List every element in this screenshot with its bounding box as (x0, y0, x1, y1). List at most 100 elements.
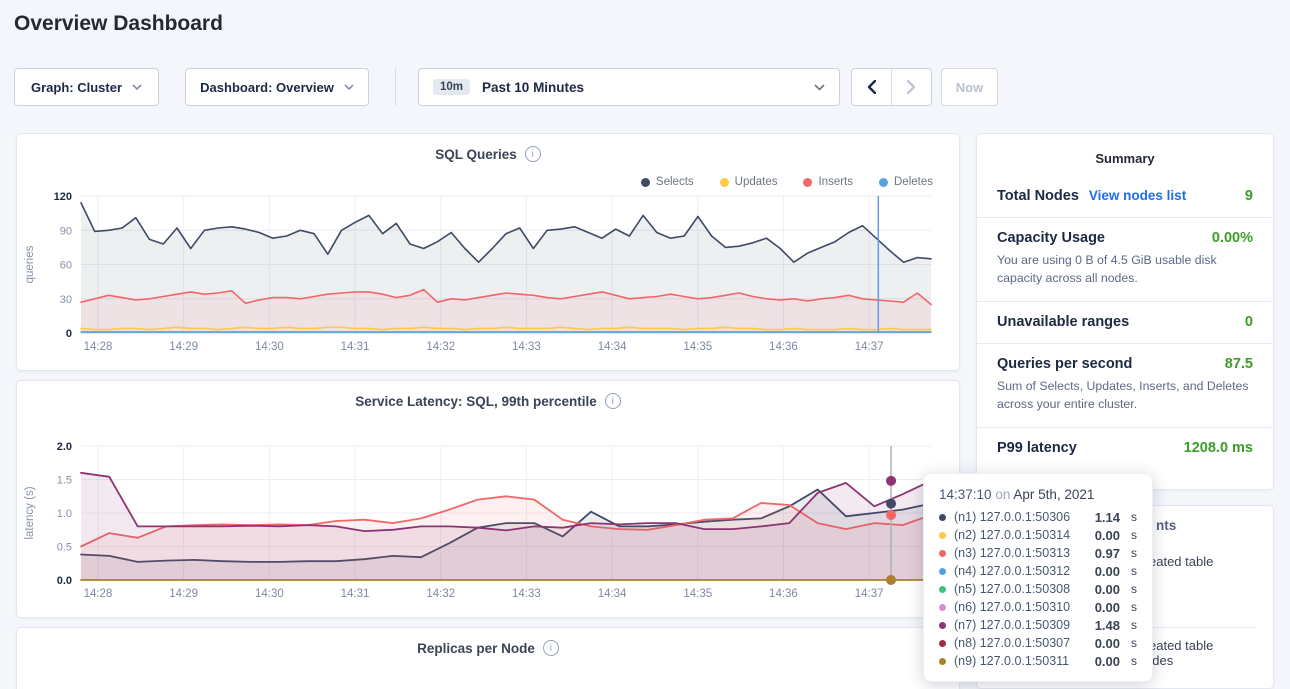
node-latency-value: 0.00 (1095, 564, 1120, 579)
overview-dashboard-page: Overview Dashboard Graph: Cluster Dashbo… (0, 0, 1290, 689)
summary-row-unavailable-ranges: Unavailable ranges 0 (977, 302, 1273, 344)
node-address: (n5) 127.0.0.1:50308 (954, 582, 1087, 596)
toolbar-divider (395, 68, 396, 106)
latency-hover-tooltip: 14:37:10 on Apr 5th, 2021 (n1) 127.0.0.1… (923, 473, 1153, 682)
chart-title: Replicas per Node (417, 641, 535, 656)
event-text-fragment: eated table (1149, 554, 1213, 569)
node-latency-value: 1.14 (1095, 510, 1120, 525)
y-tick-label: 0.5 (57, 542, 72, 554)
x-tick-label: 14:33 (512, 341, 541, 353)
qps-label: Queries per second (997, 356, 1132, 372)
node-color-dot (939, 550, 946, 557)
x-tick-label: 14:33 (512, 588, 541, 600)
capacity-usage-description: You are using 0 B of 4.5 GiB usable disk… (997, 251, 1253, 288)
node-latency-unit: s (1131, 528, 1137, 542)
y-tick-label: 0 (66, 328, 72, 340)
x-tick-label: 14:37 (855, 341, 884, 353)
node-latency-unit: s (1131, 510, 1137, 524)
hover-point (886, 575, 896, 585)
x-tick-label: 14:32 (426, 341, 455, 353)
unavailable-ranges-label: Unavailable ranges (997, 314, 1129, 330)
chevron-right-icon (907, 80, 916, 94)
node-latency-unit: s (1131, 582, 1137, 596)
node-color-dot (939, 604, 946, 611)
node-address: (n9) 127.0.0.1:50311 (954, 654, 1087, 668)
y-tick-label: 60 (60, 260, 72, 272)
total-nodes-label: Total Nodes (997, 188, 1079, 204)
time-step-forward-button[interactable] (891, 69, 931, 105)
node-color-dot (939, 568, 946, 575)
graph-dropdown[interactable]: Graph: Cluster (14, 68, 159, 106)
node-address: (n8) 127.0.0.1:50307 (954, 636, 1087, 650)
x-tick-label: 14:31 (341, 588, 370, 600)
time-range-dropdown[interactable]: 10m Past 10 Minutes (418, 68, 840, 106)
node-color-dot (939, 658, 946, 665)
node-latency-value: 0.00 (1095, 528, 1120, 543)
time-range-label: Past 10 Minutes (482, 80, 802, 95)
node-address: (n1) 127.0.0.1:50306 (954, 510, 1087, 524)
tooltip-node-row: (n7) 127.0.0.1:503091.48s (939, 616, 1137, 634)
view-nodes-list-link[interactable]: View nodes list (1089, 188, 1186, 203)
chevron-down-icon (132, 84, 142, 90)
y-axis-label: latency (s) (24, 486, 36, 539)
node-latency-unit: s (1131, 636, 1137, 650)
y-tick-label: 90 (60, 225, 72, 237)
qps-value: 87.5 (1225, 356, 1253, 372)
capacity-usage-label: Capacity Usage (997, 230, 1105, 246)
now-button[interactable]: Now (941, 68, 998, 106)
tooltip-node-row: (n1) 127.0.0.1:50306 1.14 s (939, 508, 1137, 526)
node-latency-unit: s (1131, 564, 1137, 578)
node-address: (n4) 127.0.0.1:50312 (954, 564, 1087, 578)
tooltip-node-row: (n8) 127.0.0.1:503070.00s (939, 634, 1137, 652)
x-tick-label: 14:31 (341, 341, 370, 353)
x-tick-label: 14:30 (255, 341, 284, 353)
x-tick-label: 14:35 (683, 588, 712, 600)
tooltip-node-row: (n5) 127.0.0.1:503080.00s (939, 580, 1137, 598)
time-range-badge: 10m (433, 79, 470, 95)
p99-latency-label: P99 latency (997, 440, 1077, 456)
x-tick-label: 14:36 (769, 588, 798, 600)
tooltip-node-row: (n3) 127.0.0.1:503130.97s (939, 544, 1137, 562)
tooltip-timestamp: 14:37:10 on Apr 5th, 2021 (939, 487, 1137, 502)
x-tick-label: 14:36 (769, 341, 798, 353)
tooltip-date: Apr 5th, 2021 (1013, 487, 1094, 502)
x-tick-label: 14:37 (855, 588, 884, 600)
node-color-dot (939, 532, 946, 539)
x-tick-label: 14:28 (84, 341, 113, 353)
node-latency-value: 1.48 (1095, 618, 1120, 633)
summary-title: Summary (977, 134, 1273, 176)
node-latency-unit: s (1131, 546, 1137, 560)
capacity-usage-value: 0.00% (1212, 230, 1253, 246)
replicas-title-row: Replicas per Node (17, 640, 959, 656)
time-step-back-button[interactable] (852, 69, 891, 105)
sql-queries-chart[interactable]: 14:2814:2914:3014:3114:3214:3314:3414:35… (17, 134, 959, 370)
tooltip-rows: (n1) 127.0.0.1:503061.14s(n2) 127.0.0.1:… (939, 508, 1137, 670)
x-tick-label: 14:34 (598, 341, 627, 353)
info-icon[interactable] (543, 640, 559, 656)
chevron-down-icon (814, 84, 825, 91)
node-color-dot (939, 586, 946, 593)
replicas-per-node-card: Replicas per Node (16, 627, 960, 689)
tooltip-node-row: (n2) 127.0.0.1:503140.00s (939, 526, 1137, 544)
dashboard-dropdown[interactable]: Dashboard: Overview (185, 68, 369, 106)
x-tick-label: 14:29 (169, 341, 198, 353)
node-address: (n7) 127.0.0.1:50309 (954, 618, 1087, 632)
y-axis-label: queries (24, 245, 36, 283)
tooltip-on: on (995, 487, 1010, 502)
chevron-left-icon (867, 80, 876, 94)
summary-row-capacity-usage: Capacity Usage 0.00% You are using 0 B o… (977, 218, 1273, 302)
sql-queries-card: SQL Queries SelectsUpdatesInsertsDeletes… (16, 133, 960, 371)
node-latency-value: 0.97 (1095, 546, 1120, 561)
service-latency-chart[interactable]: 14:2814:2914:3014:3114:3214:3314:3414:35… (17, 381, 959, 617)
node-latency-value: 0.00 (1095, 600, 1120, 615)
node-latency-unit: s (1131, 654, 1137, 668)
summary-row-p99-latency: P99 latency 1208.0 ms (977, 428, 1273, 469)
qps-description: Sum of Selects, Updates, Inserts, and De… (997, 377, 1253, 414)
time-step-button-group (851, 68, 932, 106)
unavailable-ranges-value: 0 (1245, 314, 1253, 330)
x-tick-label: 14:30 (255, 588, 284, 600)
total-nodes-value: 9 (1245, 188, 1253, 204)
summary-panel: Summary Total Nodes View nodes list 9 Ca… (976, 133, 1274, 490)
x-tick-label: 14:28 (84, 588, 113, 600)
summary-row-queries-per-second: Queries per second 87.5 Sum of Selects, … (977, 344, 1273, 428)
